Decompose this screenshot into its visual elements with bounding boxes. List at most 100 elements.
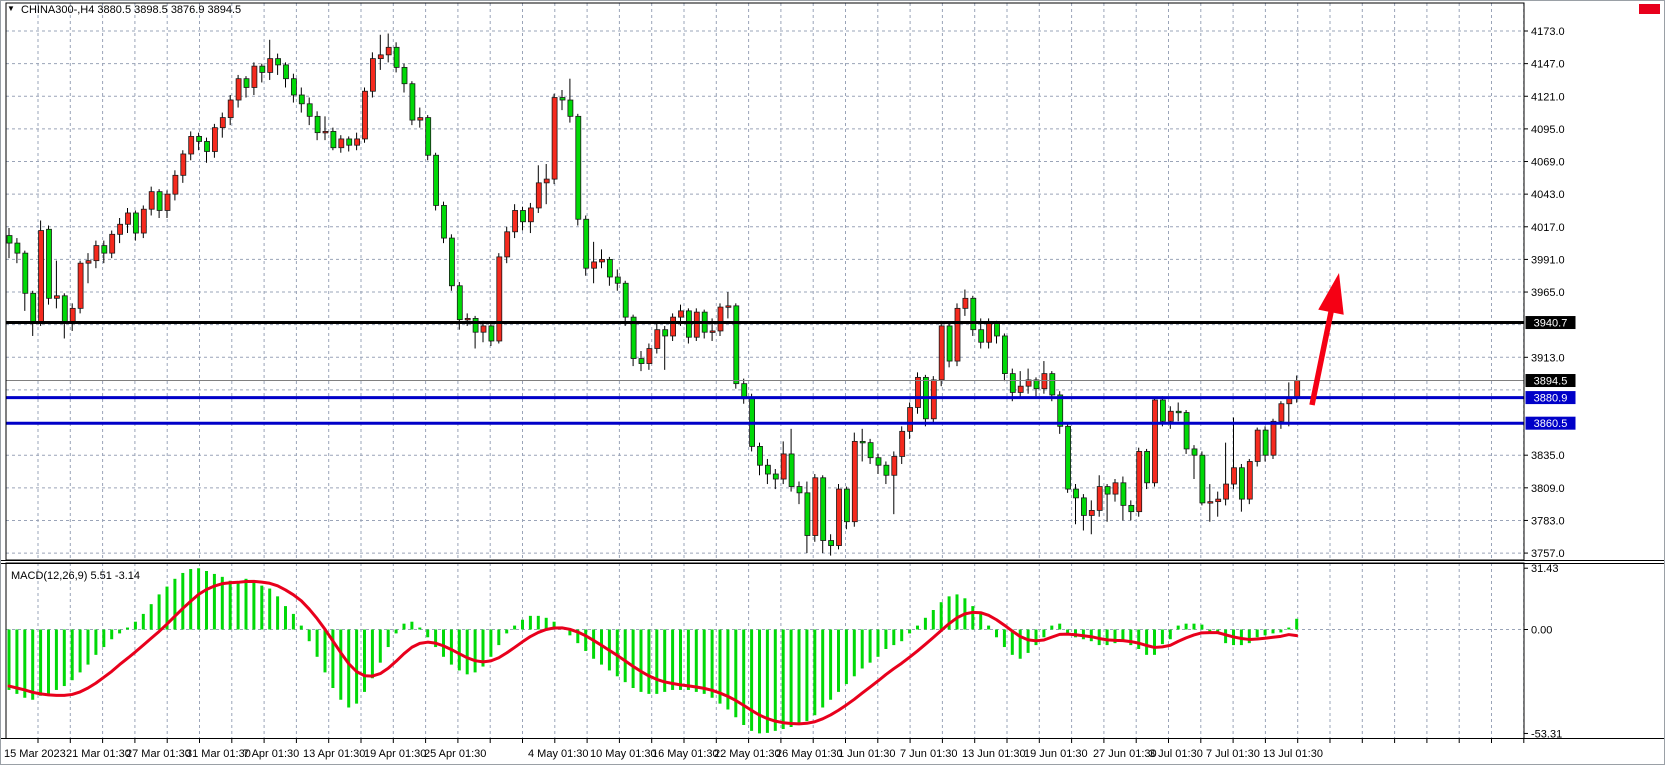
bear-candle-body bbox=[489, 326, 494, 341]
bear-candle-body bbox=[758, 446, 763, 465]
bull-candle-body bbox=[1018, 386, 1023, 392]
dropdown-triangle-icon[interactable]: ▼ bbox=[7, 4, 15, 13]
bull-candle-body bbox=[236, 79, 241, 100]
time-label: 22 May 01:30 bbox=[714, 748, 781, 760]
macd-tick-label: 31.43 bbox=[1531, 563, 1559, 575]
bear-candle-body bbox=[1058, 395, 1063, 426]
price-tick-label: 3783.0 bbox=[1531, 515, 1565, 527]
bear-candle-body bbox=[623, 283, 628, 317]
bear-candle-body bbox=[884, 465, 889, 475]
macd-tick-label: 0.00 bbox=[1531, 625, 1552, 637]
bull-candle-body bbox=[1279, 404, 1284, 422]
bull-candle-body bbox=[505, 232, 510, 257]
bear-candle-body bbox=[860, 441, 865, 443]
bull-candle-body bbox=[1168, 411, 1173, 421]
bear-candle-body bbox=[521, 210, 526, 221]
bull-candle-body bbox=[1255, 430, 1260, 461]
bear-candle-body bbox=[7, 236, 12, 244]
bear-candle-body bbox=[402, 67, 407, 83]
time-label: 27 Jun 01:30 bbox=[1093, 748, 1157, 760]
bear-candle-body bbox=[331, 131, 336, 147]
price-level-box-label: 3894.5 bbox=[1534, 376, 1568, 388]
bear-candle-body bbox=[426, 118, 431, 156]
bear-candle-body bbox=[821, 478, 826, 541]
bear-candle-body bbox=[1066, 426, 1071, 489]
bull-candle-body bbox=[1042, 374, 1047, 389]
bull-candle-body bbox=[1216, 499, 1221, 502]
bull-candle-body bbox=[149, 192, 154, 210]
bull-candle-body bbox=[1153, 400, 1158, 483]
bull-candle-body bbox=[118, 224, 123, 234]
bear-candle-body bbox=[639, 359, 644, 364]
bull-candle-body bbox=[1232, 468, 1237, 484]
bull-candle-body bbox=[339, 139, 344, 148]
bull-candle-body bbox=[252, 66, 257, 87]
price-tick-label: 4043.0 bbox=[1531, 189, 1565, 201]
bull-candle-body bbox=[181, 154, 186, 175]
bear-candle-body bbox=[457, 286, 462, 320]
bull-candle-body bbox=[852, 441, 857, 521]
price-tick-label: 3835.0 bbox=[1531, 450, 1565, 462]
bull-candle-body bbox=[544, 179, 549, 183]
bear-candle-body bbox=[1239, 468, 1244, 499]
bull-candle-body bbox=[1295, 381, 1300, 399]
price-tick-label: 3913.0 bbox=[1531, 352, 1565, 364]
bull-candle-body bbox=[1113, 483, 1118, 494]
bull-candle-body bbox=[78, 263, 83, 308]
bull-candle-body bbox=[355, 139, 360, 145]
corner-red-marker bbox=[1639, 4, 1660, 14]
bull-candle-body bbox=[837, 489, 842, 545]
mt4-chart-window: ▼ CHINA300-,H4 3880.5 3898.5 3876.9 3894… bbox=[0, 0, 1665, 765]
bull-candle-body bbox=[1247, 461, 1252, 499]
bear-candle-body bbox=[1200, 455, 1205, 503]
bear-candle-body bbox=[797, 487, 802, 493]
time-label: 27 Mar 01:30 bbox=[126, 748, 191, 760]
bull-candle-body bbox=[671, 317, 676, 336]
bull-candle-body bbox=[110, 234, 115, 253]
bull-candle-body bbox=[892, 456, 897, 475]
chart-canvas[interactable]: MACD(12,26,9) 5.51 -3.144173.04147.04121… bbox=[1, 1, 1665, 765]
bull-candle-body bbox=[1089, 510, 1094, 515]
bear-candle-body bbox=[1129, 505, 1134, 511]
bear-candle-body bbox=[568, 100, 573, 116]
bear-candle-body bbox=[1034, 380, 1039, 389]
bear-candle-body bbox=[979, 330, 984, 343]
bear-candle-body bbox=[291, 79, 296, 95]
bear-candle-body bbox=[15, 243, 20, 253]
bull-candle-body bbox=[465, 318, 470, 320]
time-label: 7 Apr 01:30 bbox=[243, 748, 299, 760]
bull-candle-body bbox=[1224, 484, 1229, 499]
price-tick-label: 4095.0 bbox=[1531, 124, 1565, 136]
bull-candle-body bbox=[987, 323, 992, 342]
bull-candle-body bbox=[931, 380, 936, 419]
bull-candle-body bbox=[94, 246, 99, 261]
bear-candle-body bbox=[844, 489, 849, 522]
bear-candle-body bbox=[615, 277, 620, 283]
bear-candle-body bbox=[1105, 487, 1110, 495]
time-label: 19 Jun 01:30 bbox=[1024, 748, 1088, 760]
time-label: 16 May 01:30 bbox=[652, 748, 719, 760]
time-label: 15 Mar 2023 bbox=[4, 748, 66, 760]
bear-candle-body bbox=[276, 59, 281, 65]
bull-candle-body bbox=[386, 47, 391, 55]
bull-candle-body bbox=[212, 128, 217, 152]
price-tick-label: 3991.0 bbox=[1531, 254, 1565, 266]
bear-candle-body bbox=[260, 66, 265, 72]
bull-candle-body bbox=[1208, 502, 1213, 504]
bear-candle-body bbox=[1121, 483, 1126, 506]
price-tick-label: 3757.0 bbox=[1531, 548, 1565, 560]
bull-candle-body bbox=[220, 118, 225, 128]
time-label: 26 May 01:30 bbox=[776, 748, 843, 760]
time-label: 13 Jul 01:30 bbox=[1263, 748, 1323, 760]
bull-candle-body bbox=[939, 326, 944, 380]
bear-candle-body bbox=[1002, 336, 1007, 374]
time-label: 7 Jun 01:30 bbox=[900, 748, 958, 760]
bull-candle-body bbox=[323, 131, 328, 133]
bear-candle-body bbox=[1184, 413, 1189, 449]
bull-candle-body bbox=[189, 136, 194, 154]
bear-candle-body bbox=[31, 293, 36, 322]
bear-candle-body bbox=[876, 458, 881, 466]
bull-candle-body bbox=[378, 55, 383, 59]
bull-candle-body bbox=[228, 100, 233, 118]
bear-candle-body bbox=[765, 465, 770, 474]
